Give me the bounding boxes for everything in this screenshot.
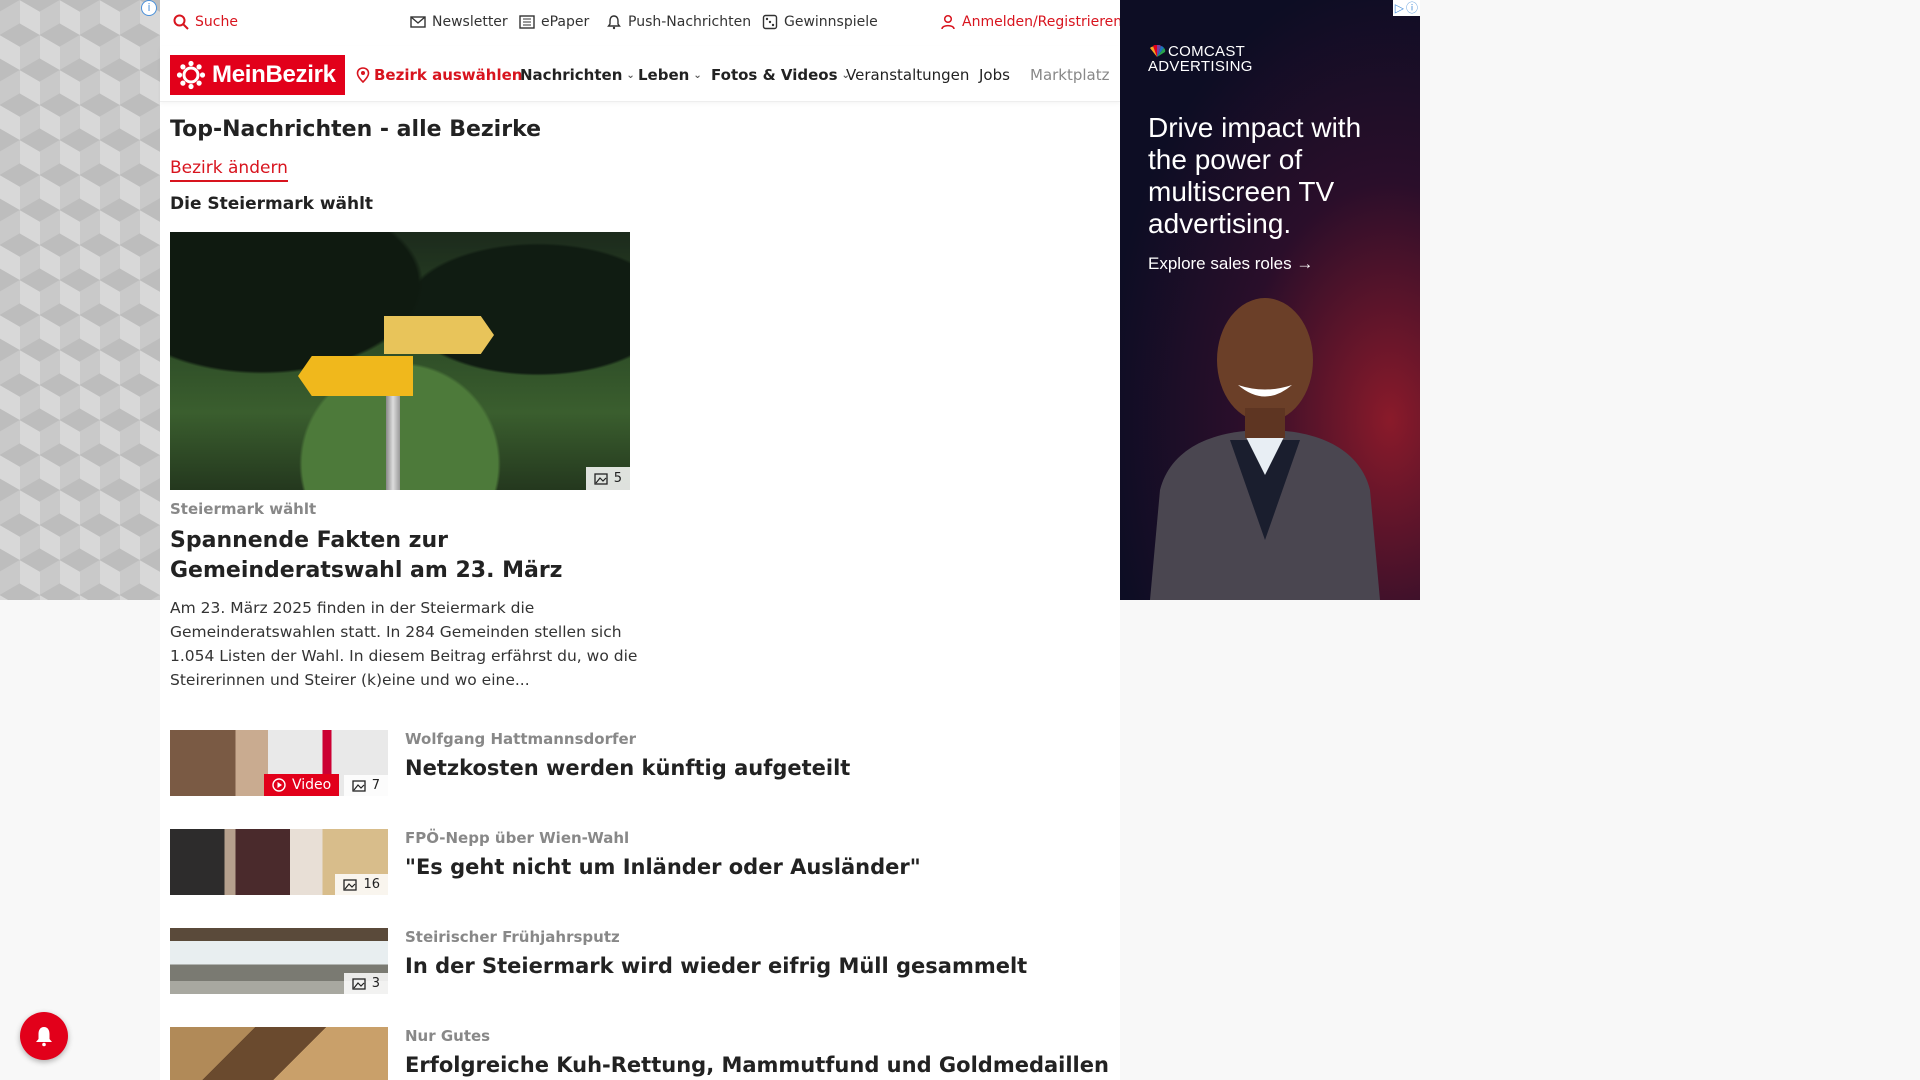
user-icon	[941, 14, 955, 30]
play-icon	[272, 778, 286, 792]
ad-choices[interactable]: ▷ ⓘ	[1392, 0, 1420, 16]
district-select[interactable]: Bezirk auswählen	[356, 66, 522, 84]
nav-veranstaltungen-label: Veranstaltungen	[846, 66, 970, 84]
notification-bell-button[interactable]	[20, 1012, 68, 1060]
newsletter-link[interactable]: Newsletter	[410, 14, 508, 30]
photo-count: 7	[371, 778, 380, 793]
search-label: Suche	[195, 14, 238, 30]
newsletter-label: Newsletter	[432, 14, 508, 30]
epaper-label: ePaper	[541, 14, 590, 30]
list-item[interactable]: Video 7 Wolfgang Hattmannsdorfer Netzkos…	[170, 730, 1100, 796]
nav-leben[interactable]: Leben ⌄	[638, 66, 702, 84]
list-item[interactable]: 3 Steirischer Frühjahrsputz In der Steie…	[170, 928, 1100, 994]
section-heading: Die Steiermark wählt	[170, 194, 374, 214]
gewinnspiele-link[interactable]: Gewinnspiele	[762, 14, 878, 30]
page-title: Top-Nachrichten - alle Bezirke	[170, 117, 542, 142]
gewinnspiele-label: Gewinnspiele	[784, 14, 878, 30]
photo-count-badge: 16	[335, 874, 388, 895]
logo-sun-icon	[176, 60, 206, 90]
hero-title[interactable]: Spannende Fakten zur Gemeinderatswahl am…	[170, 526, 640, 586]
article-title[interactable]: Netzkosten werden künftig aufgeteilt	[405, 756, 850, 780]
ad-info-icon[interactable]: ⓘ	[1406, 1, 1418, 15]
article-title[interactable]: In der Steiermark wird wieder eifrig Mül…	[405, 954, 1027, 978]
search-icon	[173, 14, 189, 30]
location-pin-icon	[356, 67, 370, 83]
nav-marktplatz[interactable]: Marktplatz	[1030, 66, 1110, 84]
bell-icon	[607, 15, 621, 30]
ad-headline: Drive impact with the power of multiscre…	[1148, 112, 1362, 239]
gallery-icon	[352, 779, 366, 792]
change-district-link[interactable]: Bezirk ändern	[170, 158, 288, 182]
chevron-down-icon: ⌄	[626, 69, 635, 81]
video-label: Video	[292, 777, 332, 793]
push-label: Push-Nachrichten	[628, 14, 752, 30]
nav-jobs[interactable]: Jobs	[979, 66, 1010, 84]
photo-count: 5	[613, 471, 622, 486]
peacock-icon	[1150, 45, 1166, 57]
adchoices-icon[interactable]: ▷	[1395, 1, 1404, 15]
main-nav: MeinBezirk Bezirk auswählen Nachrichten …	[160, 46, 1120, 102]
nav-nachrichten[interactable]: Nachrichten ⌄	[520, 66, 635, 84]
nav-marktplatz-label: Marktplatz	[1030, 66, 1110, 84]
push-link[interactable]: Push-Nachrichten	[606, 14, 751, 30]
search-link[interactable]: Suche	[173, 14, 238, 30]
mail-icon	[410, 16, 426, 28]
nav-nachrichten-label: Nachrichten	[520, 66, 623, 84]
signpost-arrow-left	[298, 356, 413, 396]
gallery-icon	[594, 472, 608, 485]
sidebar-ad[interactable]: ▷ ⓘ COMCAST ADVERTISING Drive impact wit…	[1120, 0, 1420, 600]
nav-veranstaltungen[interactable]: Veranstaltungen	[846, 66, 969, 84]
ad-brand-logo: COMCAST ADVERTISING	[1148, 44, 1253, 74]
photo-count: 16	[363, 877, 380, 892]
hero-image[interactable]: 5	[170, 232, 630, 490]
article-list: Video 7 Wolfgang Hattmannsdorfer Netzkos…	[170, 730, 1109, 1080]
logo-text: MeinBezirk	[212, 61, 336, 88]
article-thumbnail[interactable]: Video 7	[170, 730, 388, 796]
content: Top-Nachrichten - alle Bezirke Bezirk än…	[170, 103, 1109, 1080]
bell-icon	[36, 1027, 52, 1047]
newspaper-icon	[519, 15, 535, 29]
nav-fotos-videos[interactable]: Fotos & Videos ⌄	[711, 66, 850, 84]
article-kicker: FPÖ-Nepp über Wien-Wahl	[405, 829, 630, 847]
dice-icon	[762, 14, 778, 30]
article-title[interactable]: Erfolgreiche Kuh-Rettung, Mammutfund und…	[405, 1053, 1109, 1077]
photo-count-badge: 3	[343, 973, 388, 994]
article-kicker: Steirischer Frühjahrsputz	[405, 928, 620, 946]
gallery-icon	[343, 878, 358, 891]
hero-kicker: Steiermark wählt	[170, 500, 317, 518]
district-label: Bezirk auswählen	[374, 66, 523, 84]
video-badge: Video	[264, 774, 340, 796]
list-item[interactable]: Nur Gutes Erfolgreiche Kuh-Rettung, Mamm…	[170, 1027, 1109, 1080]
ad-person-image	[1150, 298, 1380, 600]
nav-leben-label: Leben	[638, 66, 690, 84]
list-item[interactable]: 16 FPÖ-Nepp über Wien-Wahl "Es geht nich…	[170, 829, 1100, 895]
gallery-icon	[352, 977, 366, 990]
photo-count: 3	[371, 976, 380, 991]
article-kicker: Wolfgang Hattmannsdorfer	[405, 730, 637, 748]
login-link[interactable]: Anmelden/Registrieren	[940, 14, 1122, 30]
main-column: Suche Newsletter ePaper Push-Nachrichten…	[160, 0, 1122, 1080]
ad-brand-line2: ADVERTISING	[1148, 58, 1253, 75]
article-thumbnail[interactable]: 16	[170, 829, 388, 895]
site-logo[interactable]: MeinBezirk	[170, 55, 345, 95]
nav-jobs-label: Jobs	[979, 66, 1010, 84]
article-thumbnail[interactable]	[170, 1027, 388, 1080]
top-utility-bar: Suche Newsletter ePaper Push-Nachrichten…	[160, 0, 1122, 46]
article-thumbnail[interactable]: 3	[170, 928, 388, 994]
photo-count-badge: 5	[585, 467, 630, 490]
article-title[interactable]: "Es geht nicht um Inländer oder Auslände…	[405, 855, 921, 879]
ad-cta-link[interactable]: Explore sales roles →	[1148, 254, 1313, 274]
chevron-down-icon: ⌄	[693, 69, 702, 81]
hero-teaser: Am 23. März 2025 finden in der Steiermar…	[170, 599, 638, 689]
epaper-link[interactable]: ePaper	[519, 14, 589, 30]
signpost-arrow-right	[384, 316, 494, 354]
login-label: Anmelden/Registrieren	[962, 14, 1123, 30]
nav-fotos-label: Fotos & Videos	[711, 66, 838, 84]
ad-info-icon[interactable]: i	[141, 0, 157, 16]
photo-count-badge: 7	[343, 775, 388, 796]
article-kicker: Nur Gutes	[405, 1027, 491, 1045]
background-ad-pattern	[0, 0, 160, 600]
